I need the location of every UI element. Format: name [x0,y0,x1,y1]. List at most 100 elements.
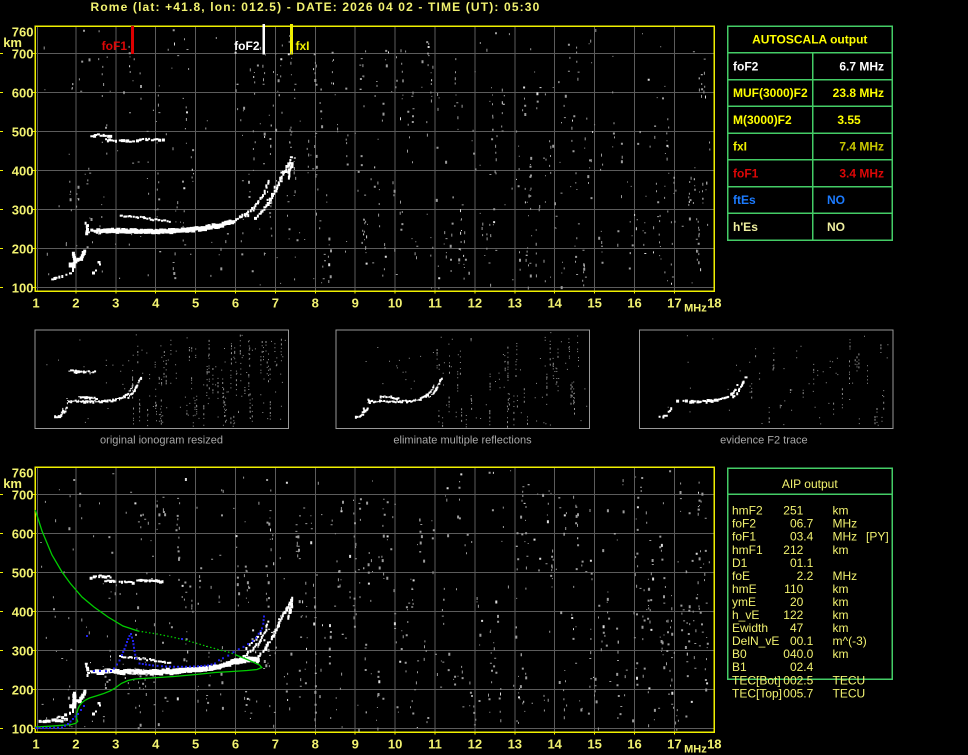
svg-text:foF2: foF2 [234,39,260,53]
svg-text:.5: .5 [803,673,813,687]
svg-text:300: 300 [12,644,34,659]
svg-text:hmE: hmE [732,582,757,596]
svg-text:15: 15 [587,736,601,751]
svg-text:12: 12 [468,295,482,310]
svg-text:MHz: MHz [833,530,858,544]
svg-text:251: 251 [783,504,803,518]
svg-text:ftEs: ftEs [733,193,756,207]
svg-text:1: 1 [32,295,39,310]
svg-text:18: 18 [707,295,721,310]
svg-text:MUF(3000)F2: MUF(3000)F2 [733,86,808,100]
svg-text:D1: D1 [732,556,748,570]
svg-text:212: 212 [783,543,803,557]
svg-text:hmF1: hmF1 [732,543,763,557]
svg-text:500: 500 [12,566,34,581]
svg-text:km: km [833,647,849,661]
svg-text:3: 3 [112,736,119,751]
svg-text:11: 11 [428,295,442,310]
svg-text:km: km [833,543,849,557]
svg-text:10: 10 [388,295,402,310]
svg-text:original ionogram resized: original ionogram resized [100,435,223,447]
svg-text:Rome (lat: +41.8, lon: 012.5): Rome (lat: +41.8, lon: 012.5) - DATE: 20… [91,0,541,14]
svg-text:.1: .1 [803,556,813,570]
svg-text:m^(-3): m^(-3) [833,634,867,648]
svg-text:12: 12 [468,736,482,751]
svg-text:fxI: fxI [733,140,747,154]
svg-text:foE: foE [732,569,750,583]
svg-text:002: 002 [783,673,803,687]
svg-text:02: 02 [790,660,804,674]
svg-text:.7: .7 [803,517,813,531]
svg-text:600: 600 [12,527,34,542]
svg-text:300: 300 [12,203,34,218]
svg-text:.0: .0 [803,647,813,661]
svg-text:MHz: MHz [684,303,707,315]
svg-text:3.4 MHz: 3.4 MHz [839,166,884,180]
svg-text:MHz: MHz [833,517,858,531]
svg-text:km: km [833,504,849,518]
svg-text:4: 4 [152,736,160,751]
svg-text:.2: .2 [803,569,813,583]
svg-text:5: 5 [192,295,199,310]
svg-text:6: 6 [232,736,239,751]
svg-text:foF1: foF1 [732,530,756,544]
svg-text:.7: .7 [803,686,813,700]
svg-text:NO: NO [827,193,845,207]
svg-text:h_vE: h_vE [732,608,759,622]
svg-text:7: 7 [272,736,279,751]
svg-text:00: 00 [790,634,804,648]
svg-text:h'Es: h'Es [733,220,758,234]
svg-text:km: km [833,595,849,609]
svg-text:400: 400 [12,605,34,620]
svg-text:15: 15 [587,295,601,310]
svg-text:16: 16 [627,736,641,751]
svg-text:23.8 MHz: 23.8 MHz [833,86,884,100]
svg-text:eliminate multiple reflections: eliminate multiple reflections [393,435,532,447]
svg-text:TECU: TECU [833,673,866,687]
svg-text:8: 8 [312,736,319,751]
svg-text:17: 17 [667,295,681,310]
svg-text:foF1: foF1 [102,39,128,53]
svg-text:01: 01 [790,556,804,570]
svg-text:MHz: MHz [684,744,707,755]
svg-text:2: 2 [72,736,79,751]
svg-text:700: 700 [12,488,34,503]
svg-text:.4: .4 [803,660,813,674]
svg-text:500: 500 [12,125,34,140]
svg-text:11: 11 [428,736,442,751]
svg-text:700: 700 [12,47,34,62]
svg-text:7: 7 [272,295,279,310]
svg-text:6: 6 [232,295,239,310]
svg-text:110: 110 [784,582,803,596]
svg-text:600: 600 [12,86,34,101]
svg-text:122: 122 [783,608,803,622]
svg-text:10: 10 [388,736,402,751]
svg-text:400: 400 [12,164,34,179]
svg-text:km: km [833,608,849,622]
svg-text:B1: B1 [732,660,747,674]
svg-text:040: 040 [783,647,803,661]
svg-text:TEC[Top]: TEC[Top] [732,686,782,700]
svg-text:2: 2 [72,295,79,310]
svg-text:.1: .1 [803,634,813,648]
svg-text:14: 14 [547,736,562,751]
svg-text:200: 200 [12,683,34,698]
svg-text:foF2: foF2 [733,59,759,73]
svg-text:ymE: ymE [732,595,756,609]
svg-text:B0: B0 [732,647,747,661]
svg-text:8: 8 [312,295,319,310]
svg-text:5: 5 [192,736,199,751]
svg-text:16: 16 [627,295,641,310]
svg-text:06: 06 [790,517,804,531]
svg-text:03: 03 [790,530,804,544]
svg-text:Ewidth: Ewidth [732,621,768,635]
svg-text:9: 9 [352,736,359,751]
svg-text:005: 005 [783,686,803,700]
svg-text:foF1: foF1 [733,166,759,180]
svg-text:200: 200 [12,242,34,257]
svg-text:13: 13 [508,736,522,751]
svg-text:47: 47 [790,621,804,635]
svg-text:foF2: foF2 [732,517,756,531]
svg-text:AIP output: AIP output [782,477,838,491]
svg-text:[PY]: [PY] [866,530,889,544]
